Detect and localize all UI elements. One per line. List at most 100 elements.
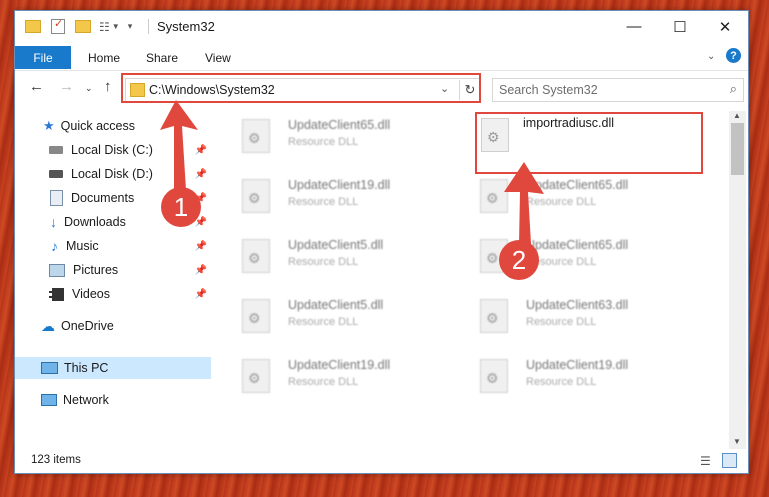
dll-file-icon (242, 239, 270, 273)
properties-icon[interactable]: ✓ (51, 18, 65, 34)
file-item[interactable]: UpdateClient5.dll Resource DLL (232, 235, 452, 279)
file-name: UpdateClient63.dll (526, 298, 629, 312)
item-count: 123 items (31, 454, 81, 466)
file-type: Resource DLL (288, 256, 359, 268)
music-note-icon: ♪ (51, 238, 58, 254)
sidebar-item-local-disk-c[interactable]: Local Disk (C:) 📌 (15, 139, 211, 161)
details-view-icon[interactable]: ☰ (700, 454, 711, 468)
tab-share[interactable]: Share (146, 51, 178, 65)
file-type: Resource DLL (288, 196, 359, 208)
expand-ribbon-icon[interactable]: ⌄ (707, 51, 715, 62)
forward-arrow-icon[interactable]: → (59, 78, 74, 95)
sidebar-item-label: This PC (64, 361, 109, 375)
file-type: Resource DLL (526, 376, 597, 388)
cloud-icon: ☁ (41, 317, 55, 334)
dll-file-icon (480, 179, 508, 213)
status-bar: 123 items ☰ (15, 449, 748, 473)
ribbon: File Home Share View ⌄ ? (15, 44, 748, 70)
file-type: Resource DLL (526, 316, 597, 328)
sidebar-item-videos[interactable]: Videos 📌 (15, 283, 211, 305)
recent-locations-icon[interactable]: ⌄ (85, 83, 93, 94)
address-bar-highlight (121, 73, 481, 103)
sidebar-item-network[interactable]: Network (15, 389, 211, 411)
up-arrow-icon[interactable]: ↑ (104, 78, 112, 95)
view-options-icon[interactable]: ☷ (99, 20, 110, 34)
sidebar-item-music[interactable]: ♪ Music 📌 (15, 235, 211, 257)
tab-file[interactable]: File (15, 46, 71, 69)
computer-icon (41, 362, 58, 374)
file-item[interactable]: UpdateClient63.dll Resource DLL (470, 295, 690, 339)
sidebar-item-local-disk-d[interactable]: Local Disk (D:) 📌 (15, 163, 211, 185)
drive-icon (49, 170, 63, 178)
divider (148, 19, 149, 34)
file-name: UpdateClient19.dll (526, 358, 629, 372)
file-item[interactable]: UpdateClient5.dll Resource DLL (232, 295, 452, 339)
back-arrow-icon[interactable]: ← (29, 78, 44, 95)
sidebar-item-label: Downloads (64, 215, 126, 229)
step-2-badge: 2 (499, 240, 539, 280)
dll-file-icon (242, 179, 270, 213)
file-name: UpdateClient65.dll (526, 238, 629, 252)
sidebar-item-label: Local Disk (C:) (71, 143, 153, 157)
file-name: UpdateClient19.dll (288, 358, 391, 372)
sidebar-item-label: Documents (71, 191, 135, 205)
search-icon[interactable]: ⌕ (730, 81, 737, 97)
title-bar: ✓ ☷ ▼ ▾ System32 — ☐ ✕ (15, 11, 748, 42)
file-highlight-box (475, 112, 703, 174)
file-type: Resource DLL (288, 136, 359, 148)
pin-icon[interactable]: 📌 (195, 145, 207, 156)
vertical-scrollbar[interactable]: ▲ ▼ (729, 111, 746, 449)
sidebar-item-label: OneDrive (61, 319, 114, 333)
pictures-icon (49, 263, 65, 277)
dll-file-icon (242, 359, 270, 393)
sidebar-item-label: Quick access (60, 119, 135, 133)
tab-view[interactable]: View (205, 51, 231, 65)
file-item[interactable]: UpdateClient19.dll Resource DLL (232, 355, 452, 399)
file-name: UpdateClient5.dll (288, 298, 384, 312)
pin-icon[interactable]: 📌 (195, 169, 207, 180)
pin-icon[interactable]: 📌 (195, 241, 207, 252)
film-icon (49, 287, 64, 301)
window-title: System32 (157, 19, 215, 34)
sidebar-item-label: Pictures (73, 263, 119, 277)
file-name: UpdateClient5.dll (288, 238, 384, 252)
navigation-pane: ★ Quick access Local Disk (C:) 📌 Local D… (15, 111, 213, 451)
search-placeholder: Search System32 (499, 83, 598, 97)
ribbon-divider (15, 70, 748, 71)
file-item[interactable]: UpdateClient19.dll Resource DLL (470, 355, 690, 399)
file-item[interactable]: UpdateClient19.dll Resource DLL (232, 175, 452, 219)
network-icon (41, 394, 57, 406)
maximize-button[interactable]: ☐ (657, 11, 703, 42)
file-name: UpdateClient65.dll (526, 178, 629, 192)
file-type: Resource DLL (288, 316, 359, 328)
tab-home[interactable]: Home (88, 51, 120, 65)
dll-file-icon (480, 359, 508, 393)
file-name: UpdateClient65.dll (288, 118, 391, 132)
scroll-down-icon[interactable]: ▼ (733, 437, 741, 446)
sidebar-item-label: Videos (72, 287, 110, 301)
pin-icon[interactable]: 📌 (195, 289, 207, 300)
sidebar-item-pictures[interactable]: Pictures 📌 (15, 259, 211, 281)
minimize-button[interactable]: — (611, 11, 657, 42)
pin-icon[interactable]: 📌 (195, 265, 207, 276)
dll-file-icon (242, 119, 270, 153)
new-folder-icon[interactable] (75, 20, 91, 33)
file-item[interactable]: UpdateClient65.dll Resource DLL (232, 115, 452, 159)
customize-toolbar-icon[interactable]: ▾ (128, 21, 133, 32)
sidebar-item-onedrive[interactable]: ☁ OneDrive (15, 315, 211, 337)
star-icon: ★ (43, 118, 55, 133)
scrollbar-thumb[interactable] (731, 123, 744, 175)
quick-access-toolbar: ✓ ☷ ▼ ▾ (25, 18, 133, 34)
chevron-down-icon[interactable]: ▼ (112, 22, 120, 31)
sidebar-item-this-pc[interactable]: This PC (15, 357, 211, 379)
scroll-up-icon[interactable]: ▲ (733, 111, 741, 120)
help-icon[interactable]: ? (726, 48, 741, 63)
close-button[interactable]: ✕ (702, 11, 748, 42)
step-1-badge: 1 (161, 187, 201, 227)
file-item[interactable]: UpdateClient65.dll Resource DLL (470, 175, 690, 219)
sidebar-item-quick-access[interactable]: ★ Quick access (15, 115, 211, 137)
folder-icon (25, 20, 41, 33)
file-name: UpdateClient19.dll (288, 178, 391, 192)
large-icons-view-icon[interactable] (722, 453, 737, 468)
search-field[interactable]: Search System32 ⌕ (492, 78, 744, 102)
